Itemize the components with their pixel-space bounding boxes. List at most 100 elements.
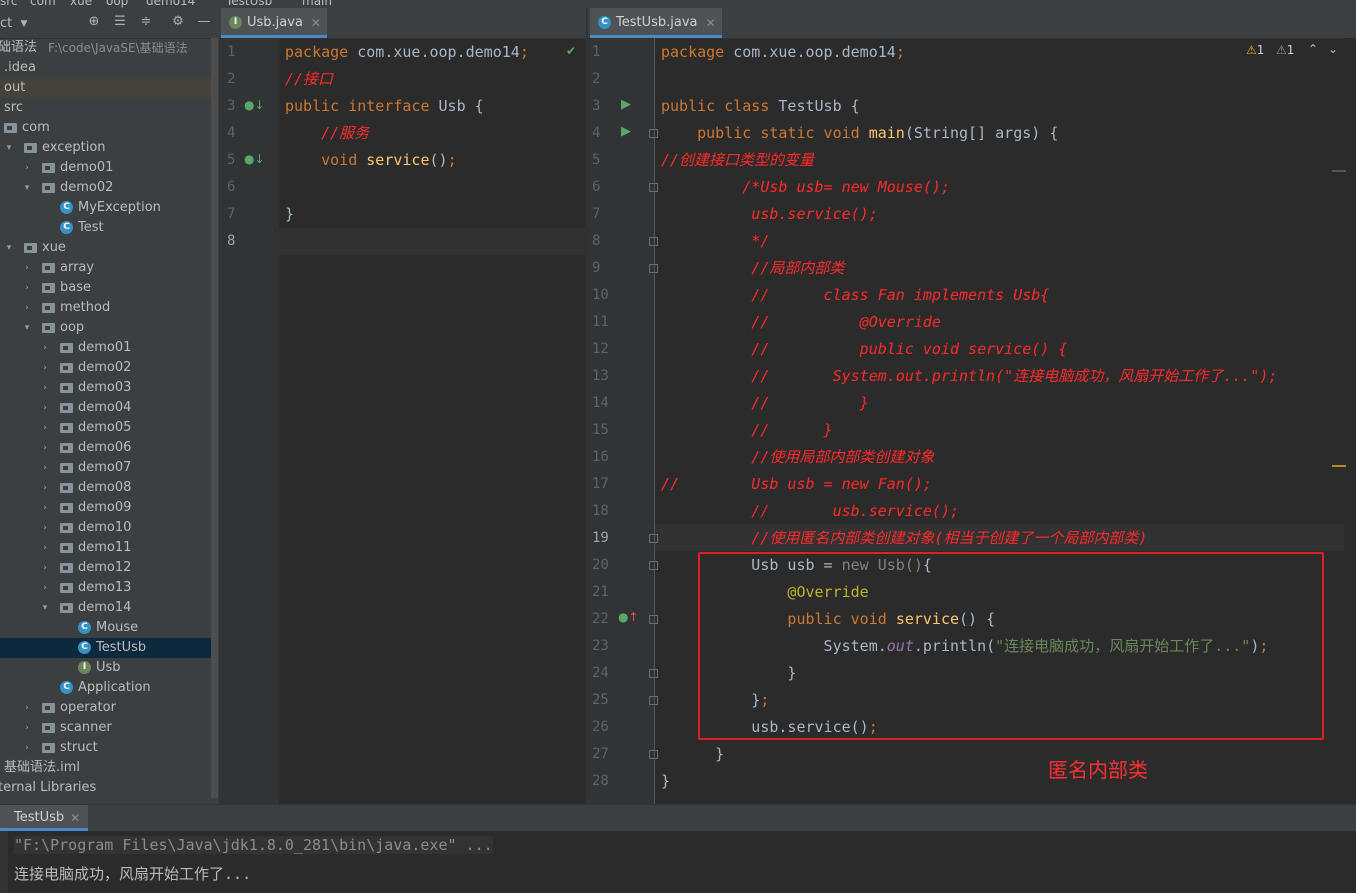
- tree-item[interactable]: › demo01: [0, 338, 211, 358]
- tree-item[interactable]: 础语法 F:\code\JavaSE\基础语法: [0, 38, 211, 58]
- tree-item[interactable]: I Usb: [0, 658, 211, 678]
- chevron-right-icon[interactable]: ›: [40, 418, 50, 438]
- tree-item[interactable]: C TestUsb: [0, 638, 211, 658]
- breadcrumb-item[interactable]: com: [30, 0, 56, 8]
- chevron-down-icon[interactable]: ▾: [4, 138, 14, 158]
- chevron-right-icon[interactable]: ›: [22, 698, 32, 718]
- tree-item[interactable]: ▾ oop: [0, 318, 211, 338]
- tab-run-testusb[interactable]: TestUsb ✕: [0, 805, 89, 831]
- weak-warning-indicator[interactable]: ⚠1: [1276, 43, 1294, 57]
- fold-icon[interactable]: [649, 183, 658, 192]
- chevron-right-icon[interactable]: ›: [40, 398, 50, 418]
- chevron-right-icon[interactable]: ›: [40, 578, 50, 598]
- tree-item[interactable]: › base: [0, 278, 211, 298]
- tree-item[interactable]: › demo01: [0, 158, 211, 178]
- chevron-down-icon[interactable]: ▾: [40, 598, 50, 618]
- fold-icon[interactable]: [649, 669, 658, 678]
- tab-testusb-java[interactable]: C TestUsb.java ✕: [590, 8, 722, 38]
- tree-item[interactable]: › method: [0, 298, 211, 318]
- close-icon[interactable]: ✕: [311, 8, 321, 38]
- chevron-right-icon[interactable]: ›: [40, 558, 50, 578]
- tree-item[interactable]: C Test: [0, 218, 211, 238]
- tab-usb-java[interactable]: I Usb.java ✕: [221, 8, 327, 38]
- chevron-right-icon[interactable]: ›: [22, 278, 32, 298]
- chevron-down-icon[interactable]: ▾: [4, 238, 14, 258]
- tree-item[interactable]: ▾ exception: [0, 138, 211, 158]
- breadcrumb-item[interactable]: oop: [106, 0, 128, 8]
- project-view-selector[interactable]: ct: [0, 16, 12, 31]
- run-icon[interactable]: ▶: [621, 97, 631, 112]
- fold-icon[interactable]: [649, 534, 658, 543]
- tree-item[interactable]: src: [0, 98, 211, 118]
- chevron-right-icon[interactable]: ›: [22, 738, 32, 758]
- tree-item[interactable]: › demo06: [0, 438, 211, 458]
- tree-item[interactable]: out: [0, 78, 211, 98]
- tree-item[interactable]: ▾ xue: [0, 238, 211, 258]
- warning-mark[interactable]: [1332, 465, 1346, 467]
- tree-item[interactable]: ▾com: [0, 118, 211, 138]
- implemented-icon[interactable]: ●↓: [244, 98, 265, 112]
- tree-item[interactable]: › demo09: [0, 498, 211, 518]
- breadcrumb-item[interactable]: main: [302, 0, 332, 8]
- run-command-line[interactable]: "F:\Program Files\Java\jdk1.8.0_281\bin\…: [14, 836, 493, 854]
- tree-item[interactable]: › demo13: [0, 578, 211, 598]
- fold-icon[interactable]: [649, 237, 658, 246]
- tree-item[interactable]: C MyException: [0, 198, 211, 218]
- breadcrumb-item[interactable]: TestUsb: [226, 0, 272, 8]
- run-icon[interactable]: ▶: [621, 124, 631, 139]
- fold-icon[interactable]: [649, 615, 658, 624]
- chevron-down-icon[interactable]: ▾: [22, 318, 32, 338]
- locate-icon[interactable]: ⊕: [86, 14, 102, 30]
- close-icon[interactable]: ✕: [705, 8, 715, 38]
- fold-icon[interactable]: [649, 561, 658, 570]
- chevron-right-icon[interactable]: ›: [40, 338, 50, 358]
- tree-item[interactable]: › demo05: [0, 418, 211, 438]
- tree-item[interactable]: › demo03: [0, 378, 211, 398]
- chevron-right-icon[interactable]: ›: [40, 538, 50, 558]
- chevron-right-icon[interactable]: ›: [22, 158, 32, 178]
- chevron-right-icon[interactable]: ›: [40, 458, 50, 478]
- hide-icon[interactable]: —: [196, 14, 212, 30]
- chevron-down-icon[interactable]: ▾: [22, 178, 32, 198]
- chevron-right-icon[interactable]: ›: [40, 378, 50, 398]
- overrides-icon[interactable]: ●↑: [618, 610, 639, 624]
- tree-item[interactable]: › scanner: [0, 718, 211, 738]
- collapse-all-icon[interactable]: ≑: [138, 14, 154, 30]
- tree-item[interactable]: ▾ demo14: [0, 598, 211, 618]
- chevron-right-icon[interactable]: ›: [22, 718, 32, 738]
- tree-item[interactable]: › operator: [0, 698, 211, 718]
- tree-item[interactable]: › demo10: [0, 518, 211, 538]
- tree-item[interactable]: › demo08: [0, 478, 211, 498]
- tree-item[interactable]: › demo02: [0, 358, 211, 378]
- gear-icon[interactable]: ⚙: [170, 14, 186, 30]
- tree-item[interactable]: 基础语法.iml: [0, 758, 211, 778]
- tree-item[interactable]: C Application: [0, 678, 211, 698]
- warning-indicator[interactable]: ⚠1: [1246, 43, 1264, 57]
- chevron-down-icon[interactable]: ⌄: [1328, 42, 1338, 56]
- chevron-right-icon[interactable]: ›: [40, 518, 50, 538]
- tree-item[interactable]: › demo04: [0, 398, 211, 418]
- expand-all-icon[interactable]: ☰: [112, 14, 128, 30]
- tree-item[interactable]: .idea: [0, 58, 211, 78]
- fold-icon[interactable]: [649, 696, 658, 705]
- close-icon[interactable]: ✕: [70, 805, 80, 831]
- tree-item[interactable]: ternal Libraries: [0, 778, 211, 798]
- fold-icon[interactable]: [649, 750, 658, 759]
- chevron-right-icon[interactable]: ›: [40, 358, 50, 378]
- tree-item[interactable]: › demo12: [0, 558, 211, 578]
- tree-item[interactable]: › demo07: [0, 458, 211, 478]
- breadcrumb-item[interactable]: src: [0, 0, 18, 8]
- breadcrumb-item[interactable]: demo14: [146, 0, 195, 8]
- project-scrollbar[interactable]: [211, 38, 218, 798]
- tree-item[interactable]: › struct: [0, 738, 211, 758]
- chevron-right-icon[interactable]: ›: [40, 498, 50, 518]
- dropdown-icon[interactable]: ▼: [16, 16, 32, 32]
- implemented-icon[interactable]: ●↓: [244, 152, 265, 166]
- tree-item[interactable]: › array: [0, 258, 211, 278]
- tree-item[interactable]: C Mouse: [0, 618, 211, 638]
- right-scrollbar[interactable]: [1344, 38, 1356, 804]
- chevron-right-icon[interactable]: ›: [22, 258, 32, 278]
- fold-icon[interactable]: [649, 264, 658, 273]
- breadcrumb-item[interactable]: xue: [70, 0, 92, 8]
- chevron-right-icon[interactable]: ›: [22, 298, 32, 318]
